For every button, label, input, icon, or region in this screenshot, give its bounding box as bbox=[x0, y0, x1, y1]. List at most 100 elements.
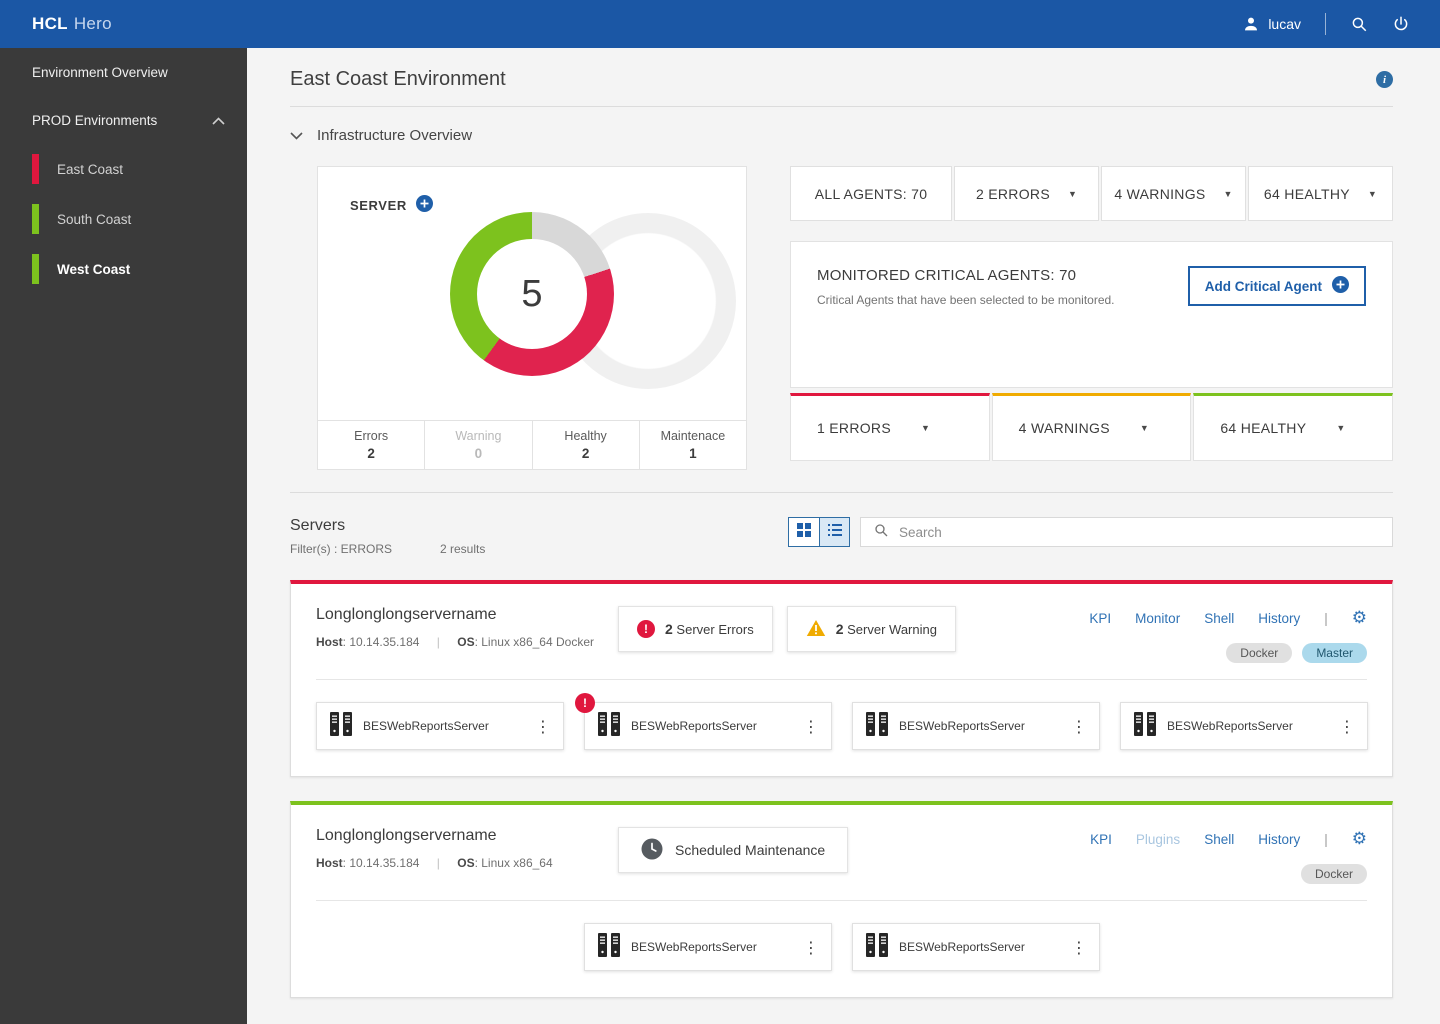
legend-label: Healthy bbox=[564, 429, 607, 443]
server-tags: Docker Master bbox=[1226, 643, 1367, 663]
sidebar-item-environment-overview[interactable]: Environment Overview bbox=[0, 48, 247, 96]
search-icon bbox=[873, 522, 889, 543]
agents-healthy-dropdown[interactable]: 64 HEALTHY ▼ bbox=[1248, 166, 1394, 221]
kpi-link[interactable]: KPI bbox=[1089, 611, 1111, 626]
username: lucav bbox=[1268, 16, 1301, 32]
kpi-link[interactable]: KPI bbox=[1090, 832, 1112, 847]
server-warnings-chip: 2 Server Warning bbox=[786, 606, 956, 652]
servers-header: Servers Filter(s) : ERRORS 2 results bbox=[290, 517, 1393, 556]
monitored-errors-dropdown[interactable]: 1 ERRORS ▼ bbox=[790, 393, 990, 461]
separator: | bbox=[436, 856, 440, 870]
server-name: Longlonglongservername bbox=[316, 606, 497, 623]
brand-product-name: Hero bbox=[73, 14, 112, 33]
legend-healthy: Healthy 2 bbox=[531, 421, 639, 469]
agent-card[interactable]: BESWebReportsServer ⋮ bbox=[316, 702, 564, 750]
server-rack-icon bbox=[597, 711, 621, 742]
legend-maintenance: Maintenace 1 bbox=[638, 421, 746, 469]
tag-master: Master bbox=[1302, 643, 1367, 663]
search-input[interactable] bbox=[899, 524, 1380, 540]
agents-warnings-dropdown[interactable]: 4 WARNINGS ▼ bbox=[1101, 166, 1247, 221]
environment-label: East Coast bbox=[57, 161, 124, 177]
server-rack-icon bbox=[329, 711, 353, 742]
kebab-menu-icon[interactable]: ⋮ bbox=[535, 717, 551, 736]
legend-warning: Warning 0 bbox=[424, 421, 531, 469]
agent-card[interactable]: BESWebReportsServer ⋮ bbox=[852, 923, 1100, 971]
search-box bbox=[860, 517, 1393, 547]
server-errors-chip: ! 2 Server Errors bbox=[618, 606, 773, 652]
sidebar-item-west-coast[interactable]: West Coast bbox=[0, 244, 247, 294]
sidebar-item-east-coast[interactable]: East Coast bbox=[0, 144, 247, 194]
server-rack-icon bbox=[865, 932, 889, 963]
add-server-icon[interactable] bbox=[415, 195, 433, 215]
sidebar-group-prod-environments[interactable]: PROD Environments bbox=[0, 96, 247, 144]
monitor-link[interactable]: Monitor bbox=[1135, 611, 1180, 626]
kebab-menu-icon[interactable]: ⋮ bbox=[1339, 717, 1355, 736]
stat-label: 64 HEALTHY bbox=[1220, 420, 1307, 436]
legend-value: 1 bbox=[689, 446, 697, 461]
servers-section: Servers Filter(s) : ERRORS 2 results Sea… bbox=[290, 492, 1393, 998]
infrastructure-overview: SERVER 5 Errors 2 Warning 0 Healthy 2 Ma… bbox=[290, 166, 1394, 470]
agent-error-badge: ! bbox=[575, 693, 595, 713]
page-header: East Coast Environment i bbox=[290, 48, 1393, 91]
dropdown-label: 4 WARNINGS bbox=[1114, 185, 1206, 202]
agent-card[interactable]: BESWebReportsServer ⋮ bbox=[584, 923, 832, 971]
agent-card[interactable]: BESWebReportsServer ⋮ bbox=[852, 702, 1100, 750]
agents-grid: BESWebReportsServer ⋮ BESWebReportsServe… bbox=[291, 901, 1392, 997]
history-link[interactable]: History bbox=[1258, 611, 1300, 626]
grid-view-button[interactable] bbox=[789, 518, 819, 546]
topbar-divider bbox=[1325, 13, 1326, 35]
server-status-donut-chart: 5 bbox=[450, 212, 614, 376]
user-menu[interactable]: lucav bbox=[1242, 15, 1301, 33]
monitored-stats-row: 1 ERRORS ▼ 4 WARNINGS ▼ 64 HEALTHY ▼ bbox=[790, 393, 1394, 461]
chevron-down-icon: ▼ bbox=[1336, 423, 1346, 433]
warning-label: Server Warning bbox=[847, 622, 937, 637]
agent-card[interactable]: BESWebReportsServer ⋮ bbox=[1120, 702, 1368, 750]
sidebar-group-label: PROD Environments bbox=[32, 112, 158, 128]
host-label: Host bbox=[316, 856, 343, 870]
chevron-up-icon bbox=[212, 113, 225, 128]
agent-card[interactable]: ! BESWebReportsServer ⋮ bbox=[575, 693, 832, 750]
agents-errors-dropdown[interactable]: 2 ERRORS ▼ bbox=[954, 166, 1100, 221]
info-icon[interactable]: i bbox=[1376, 71, 1393, 88]
host-value: 10.14.35.184 bbox=[349, 635, 420, 649]
servers-controls bbox=[788, 517, 1393, 547]
sidebar: Environment Overview PROD Environments E… bbox=[0, 48, 247, 1024]
collapse-section-button[interactable] bbox=[290, 127, 303, 144]
infrastructure-section-header: Infrastructure Overview bbox=[290, 127, 1393, 144]
legend-label: Errors bbox=[354, 429, 389, 443]
all-agents-box: ALL AGENTS: 70 bbox=[790, 166, 953, 221]
scheduled-maintenance-chip: Scheduled Maintenance bbox=[618, 827, 849, 873]
kebab-menu-icon[interactable]: ⋮ bbox=[803, 717, 819, 736]
os-label: OS bbox=[457, 635, 475, 649]
agents-overview: ALL AGENTS: 70 2 ERRORS ▼ 4 WARNINGS ▼ 6… bbox=[790, 166, 1394, 461]
server-card-header: Longlonglongservername Host: 10.14.35.18… bbox=[291, 584, 1392, 663]
gear-icon[interactable]: ⚙ bbox=[1352, 610, 1367, 627]
plugins-link[interactable]: Plugins bbox=[1136, 832, 1180, 847]
chevron-down-icon: ▼ bbox=[1367, 188, 1378, 199]
search-icon[interactable] bbox=[1350, 15, 1368, 33]
view-toggle bbox=[788, 517, 850, 547]
topbar: HCL Hero lucav bbox=[0, 0, 1440, 48]
chevron-down-icon: ▼ bbox=[1067, 188, 1078, 199]
status-bar-healthy bbox=[32, 254, 39, 284]
history-link[interactable]: History bbox=[1258, 832, 1300, 847]
monitored-healthy-dropdown[interactable]: 64 HEALTHY ▼ bbox=[1193, 393, 1394, 461]
actions-row: KPI Monitor Shell History | ⚙ bbox=[1089, 610, 1367, 627]
power-icon[interactable] bbox=[1392, 15, 1410, 33]
shell-link[interactable]: Shell bbox=[1204, 832, 1234, 847]
shell-link[interactable]: Shell bbox=[1204, 611, 1234, 626]
agent-name: BESWebReportsServer bbox=[1167, 719, 1293, 733]
legend-value: 2 bbox=[367, 446, 375, 461]
gear-icon[interactable]: ⚙ bbox=[1352, 831, 1367, 848]
sidebar-item-south-coast[interactable]: South Coast bbox=[0, 194, 247, 244]
kebab-menu-icon[interactable]: ⋮ bbox=[1071, 717, 1087, 736]
server-status-chips: ! 2 Server Errors 2 Server Warning bbox=[618, 606, 956, 652]
kebab-menu-icon[interactable]: ⋮ bbox=[1071, 938, 1087, 957]
kebab-menu-icon[interactable]: ⋮ bbox=[803, 938, 819, 957]
sidebar-item-label: Environment Overview bbox=[32, 64, 168, 80]
list-view-button[interactable] bbox=[819, 518, 849, 546]
add-critical-agent-button[interactable]: Add Critical Agent bbox=[1187, 266, 1366, 306]
main-content: East Coast Environment i Infrastructure … bbox=[247, 48, 1440, 1024]
agent-name: BESWebReportsServer bbox=[631, 940, 757, 954]
monitored-warnings-dropdown[interactable]: 4 WARNINGS ▼ bbox=[991, 393, 1192, 461]
